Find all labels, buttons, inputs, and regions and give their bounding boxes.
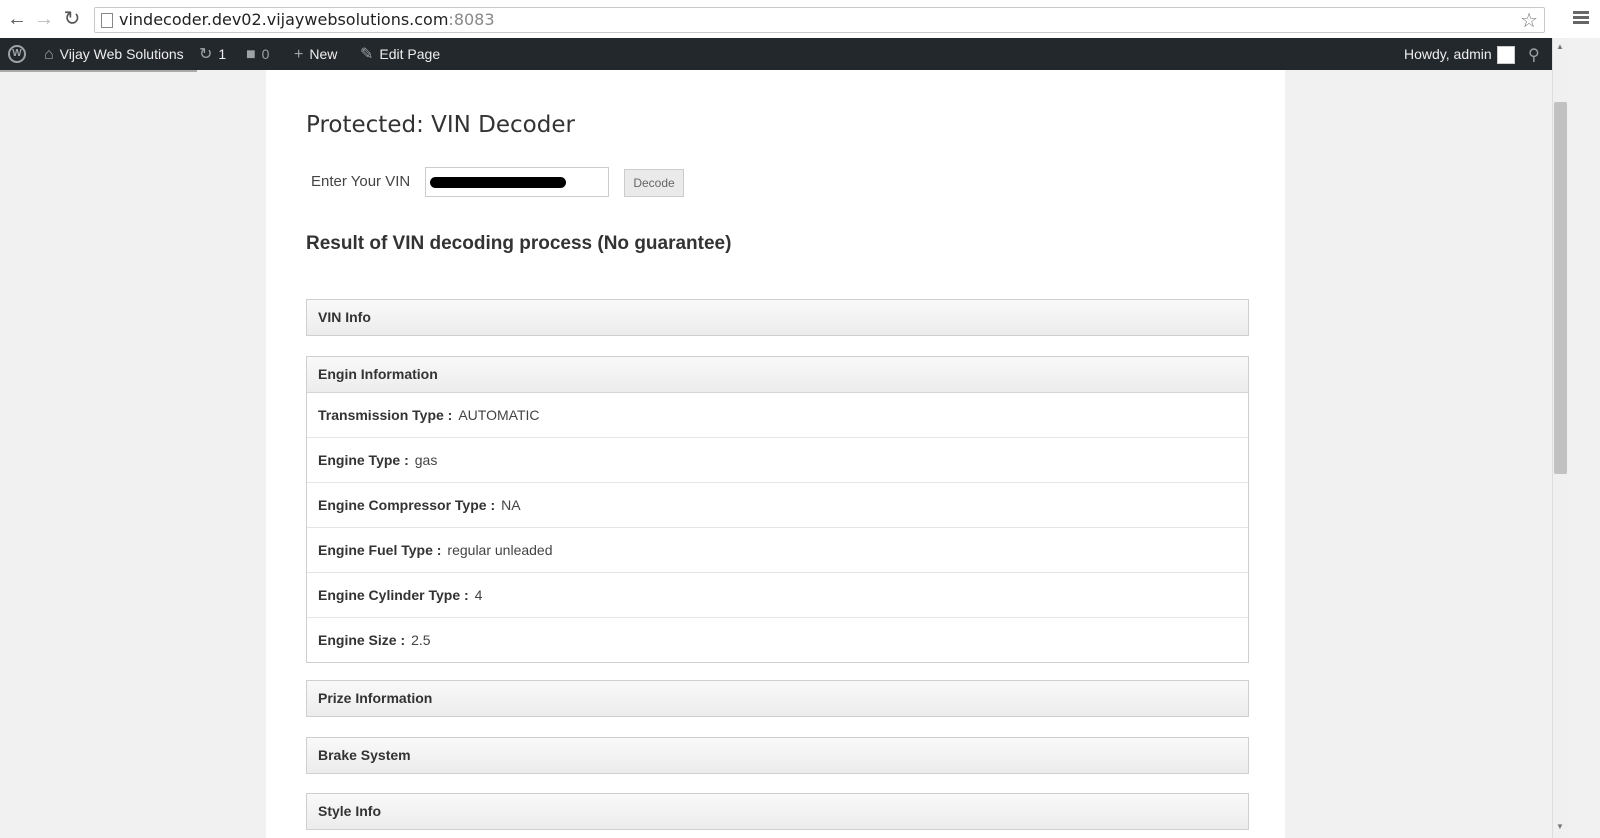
wordpress-logo-icon[interactable]: W xyxy=(8,45,26,63)
reload-icon[interactable]: ↻ xyxy=(62,9,82,29)
new-label: New xyxy=(309,46,338,62)
page-title: Protected: VIN Decoder xyxy=(306,112,575,138)
back-arrow-icon[interactable]: ← xyxy=(7,9,27,29)
row-value: AUTOMATIC xyxy=(458,407,540,423)
site-name-label: Vijay Web Solutions xyxy=(59,46,184,62)
panel-brake-system: Brake System xyxy=(306,737,1249,774)
forward-arrow-icon[interactable]: → xyxy=(34,9,54,29)
search-icon[interactable]: ⚲ xyxy=(1528,45,1540,65)
table-row: Engine Fuel Type : regular unleaded xyxy=(307,528,1248,573)
bookmark-star-icon[interactable]: ☆ xyxy=(1520,8,1538,33)
table-row: Engine Size : 2.5 xyxy=(307,618,1248,662)
panel-engine-information: Engin Information Transmission Type : AUT… xyxy=(306,356,1249,663)
updates-link[interactable]: ↻ 1 xyxy=(199,38,226,70)
panel-header-style-info[interactable]: Style Info xyxy=(307,794,1248,829)
site-name-link[interactable]: ⌂ Vijay Web Solutions xyxy=(44,38,184,70)
home-icon: ⌂ xyxy=(44,46,54,63)
comments-count: 0 xyxy=(261,46,270,62)
redacted-vin xyxy=(430,177,566,188)
row-value: 4 xyxy=(474,587,483,603)
updates-icon: ↻ xyxy=(199,46,213,63)
row-value: regular unleaded xyxy=(447,542,553,558)
row-label: Engine Compressor Type : xyxy=(318,497,496,513)
edit-page-link[interactable]: ✎ Edit Page xyxy=(360,38,440,70)
comment-icon: ■ xyxy=(246,46,256,63)
vertical-scrollbar[interactable]: ▲ ▼ xyxy=(1552,38,1569,838)
row-label: Engine Fuel Type : xyxy=(318,542,442,558)
row-value: gas xyxy=(414,452,438,468)
row-value: NA xyxy=(501,497,521,513)
browser-menu-icon[interactable] xyxy=(1573,11,1589,25)
avatar[interactable] xyxy=(1497,46,1515,64)
table-row: Transmission Type : AUTOMATIC xyxy=(307,393,1248,438)
tooltip-shadow xyxy=(0,70,197,72)
admin-bar: W ⌂ Vijay Web Solutions ↻ 1 ■ 0 + New ✎ Edit … xyxy=(0,38,1552,70)
table-row: Engine Compressor Type : NA xyxy=(307,483,1248,528)
greeting-label: Howdy, admin xyxy=(1404,46,1492,62)
panel-style-info: Style Info xyxy=(306,793,1249,830)
scroll-thumb[interactable] xyxy=(1554,102,1567,474)
panel-prize-information: Prize Information xyxy=(306,680,1249,717)
new-content-link[interactable]: + New xyxy=(294,38,337,70)
comments-link[interactable]: ■ 0 xyxy=(246,38,269,70)
vin-label: Enter Your VIN xyxy=(311,173,411,190)
window-edge xyxy=(1568,38,1600,838)
panel-header-engine-information[interactable]: Engin Information xyxy=(307,357,1248,393)
vin-input[interactable] xyxy=(425,167,609,197)
table-row: Engine Cylinder Type : 4 xyxy=(307,573,1248,618)
url-text: vindecoder.dev02.vijaywebsolutions.com:8… xyxy=(119,10,495,29)
panel-header-prize-information[interactable]: Prize Information xyxy=(307,681,1248,716)
browser-toolbar: ← → ↻ vindecoder.dev02.vijaywebsolutions… xyxy=(0,0,1600,39)
row-value: 2.5 xyxy=(411,632,431,648)
result-heading: Result of VIN decoding process (No guara… xyxy=(306,233,732,254)
edit-page-label: Edit Page xyxy=(379,46,441,62)
plus-icon: + xyxy=(294,46,304,63)
row-label: Engine Type : xyxy=(318,452,409,468)
scroll-down-icon[interactable]: ▼ xyxy=(1556,822,1564,831)
row-label: Engine Cylinder Type : xyxy=(318,587,469,603)
updates-count: 1 xyxy=(218,46,227,62)
address-bar[interactable]: vindecoder.dev02.vijaywebsolutions.com:8… xyxy=(94,7,1545,33)
page-content: Protected: VIN Decoder Enter Your VIN De… xyxy=(266,70,1285,838)
page-icon xyxy=(101,13,113,28)
decode-button[interactable]: Decode xyxy=(624,169,684,197)
panel-header-vin-info[interactable]: VIN Info xyxy=(307,300,1248,335)
scroll-up-icon[interactable]: ▲ xyxy=(1556,42,1564,51)
panel-vin-info: VIN Info xyxy=(306,299,1249,336)
account-greeting[interactable]: Howdy, admin xyxy=(1404,38,1492,70)
row-label: Transmission Type : xyxy=(318,407,453,423)
table-row: Engine Type : gas xyxy=(307,438,1248,483)
panel-header-brake-system[interactable]: Brake System xyxy=(307,738,1248,773)
row-label: Engine Size : xyxy=(318,632,406,648)
pencil-icon: ✎ xyxy=(360,46,374,63)
